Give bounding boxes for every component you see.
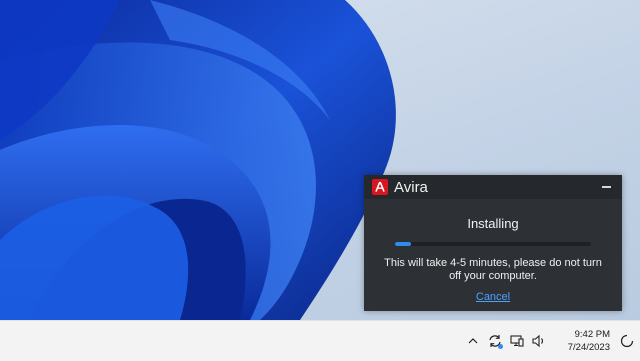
taskbar: 9:42 PM 7/24/2023: [0, 320, 640, 361]
cancel-link[interactable]: Cancel: [476, 291, 510, 303]
progress-bar: [395, 242, 591, 246]
window-titlebar: Avira: [364, 175, 622, 199]
app-title: Avira: [394, 178, 428, 196]
sync-icon[interactable]: [484, 329, 506, 353]
install-message: This will take 4-5 minutes, please do no…: [384, 257, 602, 282]
clock-time: 9:42 PM: [574, 329, 610, 340]
status-title: Installing: [467, 216, 519, 231]
notification-icon[interactable]: [614, 329, 640, 353]
system-tray: 9:42 PM 7/24/2023: [462, 321, 640, 361]
avira-installer-window: Avira Installing This will take 4-5 minu…: [364, 175, 622, 311]
popup-body: Installing This will take 4-5 minutes, p…: [364, 216, 622, 305]
minimize-icon: [601, 186, 611, 188]
avira-umbrella-icon: [372, 179, 388, 195]
minimize-button[interactable]: [600, 181, 612, 193]
network-icon[interactable]: [506, 329, 528, 353]
volume-icon[interactable]: [528, 329, 550, 353]
sync-badge: [498, 344, 503, 349]
progress-fill: [395, 242, 411, 246]
chevron-up-icon[interactable]: [462, 329, 484, 353]
clock-date: 7/24/2023: [567, 342, 610, 353]
taskbar-clock[interactable]: 9:42 PM 7/24/2023: [550, 328, 614, 354]
